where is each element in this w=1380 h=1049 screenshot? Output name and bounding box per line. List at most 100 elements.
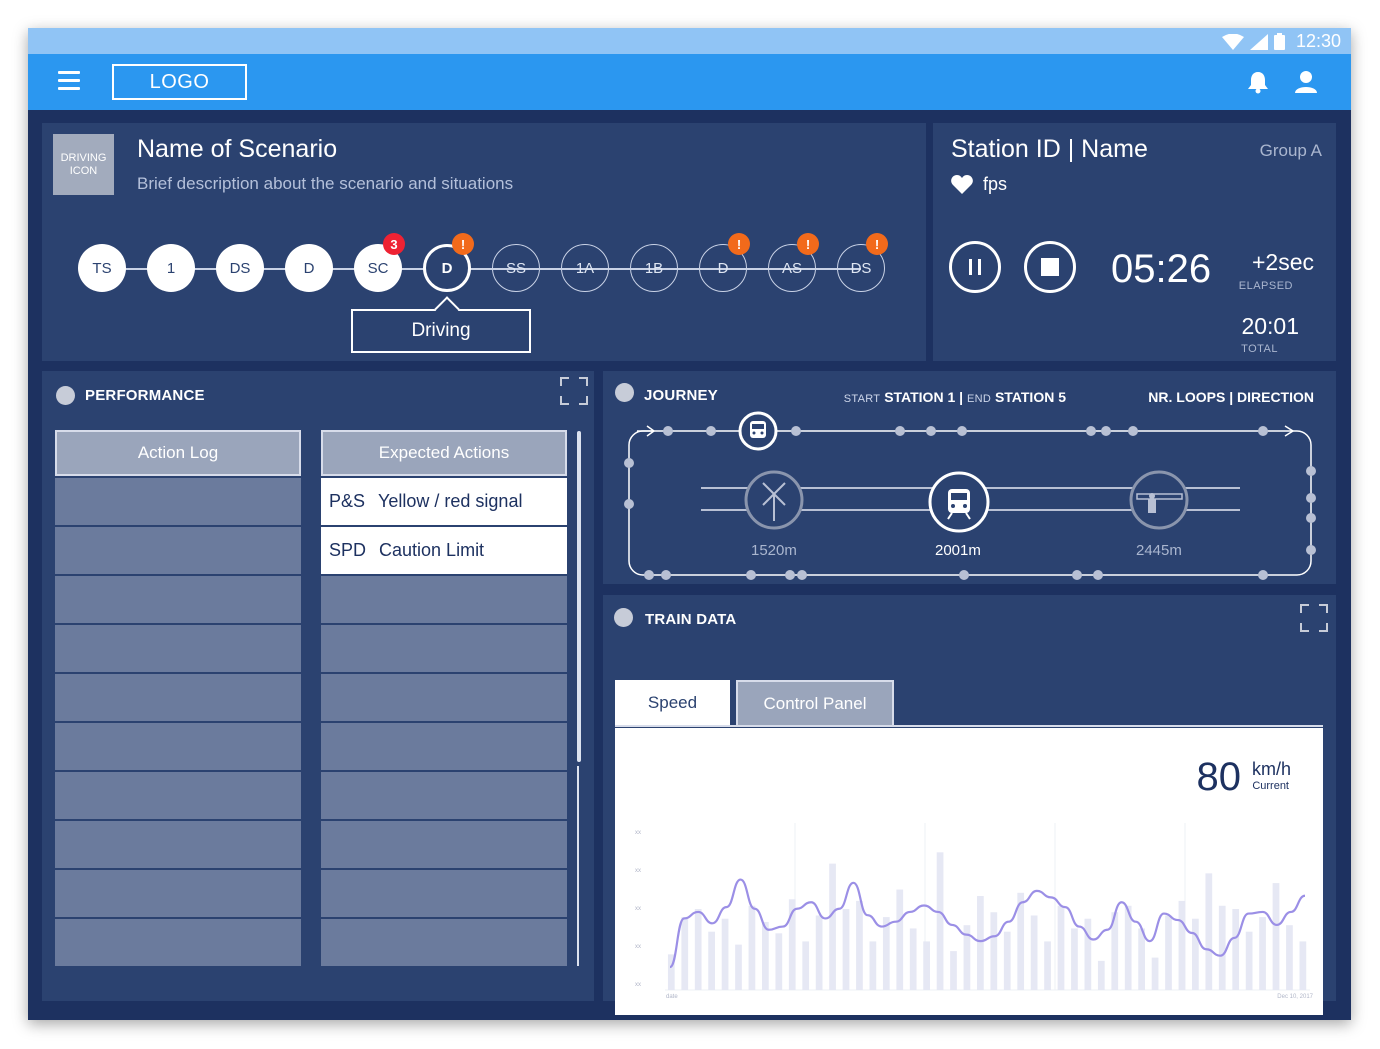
count-badge: 3 — [383, 233, 405, 255]
chart-bar — [1178, 900, 1186, 990]
chart-bar — [977, 896, 984, 990]
expected-action-row[interactable] — [321, 576, 567, 623]
action-log-header[interactable]: Action Log — [55, 430, 301, 476]
train-marker[interactable] — [928, 471, 990, 533]
station-group: Group A — [1259, 141, 1322, 160]
marker-distance: 1520m — [751, 542, 797, 559]
station-panel: Station ID | Name Group A fps 05:26 +2se… — [933, 123, 1336, 361]
scenario-step[interactable]: DS — [216, 244, 264, 292]
chart-bar — [681, 917, 689, 990]
user-icon[interactable] — [1295, 70, 1317, 94]
chart-bar — [909, 928, 917, 990]
expected-actions-column: Expected Actions P&S Yellow / red signal S… — [321, 430, 567, 966]
chart-bar — [1003, 931, 1011, 990]
current-train-marker[interactable] — [738, 411, 778, 451]
x-end-label: Dec 10, 2017 — [1277, 994, 1313, 1000]
scenario-step[interactable]: 1 — [147, 244, 195, 292]
chart-bar — [1245, 931, 1253, 990]
chart-bar — [1232, 909, 1240, 990]
chart-bar — [869, 941, 877, 990]
heart-icon — [951, 175, 973, 194]
warning-badge: ! — [866, 233, 888, 255]
total-label: TOTAL — [1241, 343, 1278, 355]
scenario-step[interactable]: TS — [78, 244, 126, 292]
expected-actions-header[interactable]: Expected Actions — [321, 430, 567, 476]
y-tick-label: xx — [635, 944, 641, 950]
start-arrow-icon — [637, 425, 656, 437]
x-start-label: date — [666, 994, 678, 1000]
chart-bar — [775, 933, 783, 990]
speed-chart-card: 80 km/h Current xx xx xx xx xx date Dec 10, 20… — [615, 728, 1323, 1015]
stop-button[interactable] — [1024, 241, 1076, 293]
action-log-row[interactable] — [55, 772, 301, 819]
scenario-step[interactable]: D — [285, 244, 333, 292]
barrier-marker[interactable] — [1129, 470, 1189, 530]
expected-action-row[interactable] — [321, 821, 567, 868]
stop-icon — [1041, 258, 1059, 276]
marker-distance: 2001m — [935, 542, 981, 559]
chart-bar — [1299, 941, 1307, 990]
scenario-step[interactable]: SS — [492, 244, 540, 292]
scrollbar[interactable] — [577, 431, 581, 762]
expected-action-row[interactable] — [321, 919, 567, 966]
action-log-row[interactable] — [55, 576, 301, 623]
chart-bar — [829, 863, 836, 990]
elapsed-label: ELAPSED — [1238, 280, 1293, 292]
chart-bar — [694, 909, 702, 990]
scenario-step[interactable]: 1B — [630, 244, 678, 292]
chart-bar — [856, 900, 863, 990]
fps-indicator: fps — [951, 174, 1007, 195]
action-text: Caution Limit — [379, 540, 485, 560]
tab-divider — [615, 725, 1323, 727]
action-log-row[interactable] — [55, 625, 301, 672]
chart-bar — [1205, 873, 1213, 990]
expected-action-row[interactable] — [321, 625, 567, 672]
chart-bar — [1192, 918, 1199, 990]
marker-distance: 2445m — [1136, 542, 1182, 559]
chart-bar — [1138, 928, 1145, 990]
status-bar: 12:30 — [28, 28, 1351, 54]
expected-action-row[interactable] — [321, 723, 567, 770]
tab-speed[interactable]: Speed — [615, 680, 730, 726]
performance-title: PERFORMANCE — [85, 387, 205, 404]
scenario-panel: DRIVING ICON Name of Scenario Brief desc… — [42, 123, 926, 361]
chart-bar — [1084, 918, 1092, 990]
y-tick-label: xx — [635, 830, 641, 836]
action-log-row[interactable] — [55, 919, 301, 966]
action-log-column: Action Log — [55, 430, 301, 966]
tab-control-panel[interactable]: Control Panel — [736, 680, 894, 726]
action-log-row[interactable] — [55, 723, 301, 770]
scenario-step[interactable]: 1A — [561, 244, 609, 292]
chart-bar — [990, 912, 998, 990]
crossing-marker[interactable] — [744, 470, 804, 530]
y-tick-label: xx — [635, 982, 641, 988]
action-log-row[interactable] — [55, 478, 301, 525]
menu-icon[interactable] — [58, 71, 80, 93]
action-log-row[interactable] — [55, 821, 301, 868]
expected-action-row[interactable]: P&S Yellow / red signal — [321, 478, 567, 525]
logo[interactable]: LOGO — [112, 64, 247, 100]
wifi-icon — [1222, 33, 1244, 50]
journey-panel: JOURNEY START STATION 1 | END STATION 5 … — [603, 371, 1336, 584]
y-tick-label: xx — [635, 906, 641, 912]
chart-bar — [1044, 941, 1051, 990]
expected-action-row[interactable]: SPD Caution Limit — [321, 527, 567, 574]
chart-bar — [762, 921, 769, 990]
action-text: Yellow / red signal — [378, 491, 523, 511]
elapsed-time: 05:26 — [1111, 247, 1212, 291]
expand-icon[interactable] — [1300, 604, 1328, 632]
action-log-row[interactable] — [55, 527, 301, 574]
bell-icon[interactable] — [1247, 70, 1269, 94]
fps-label: fps — [983, 174, 1008, 194]
action-log-row[interactable] — [55, 674, 301, 721]
expand-icon[interactable] — [560, 377, 588, 405]
expected-action-row[interactable] — [321, 772, 567, 819]
performance-panel: PERFORMANCE Action Log Expected Actions … — [42, 371, 594, 1001]
action-code: P&S — [329, 491, 366, 511]
pause-icon — [969, 259, 981, 275]
action-log-row[interactable] — [55, 870, 301, 917]
expected-action-row[interactable] — [321, 870, 567, 917]
action-code: SPD — [329, 540, 367, 560]
pause-button[interactable] — [949, 241, 1001, 293]
expected-action-row[interactable] — [321, 674, 567, 721]
